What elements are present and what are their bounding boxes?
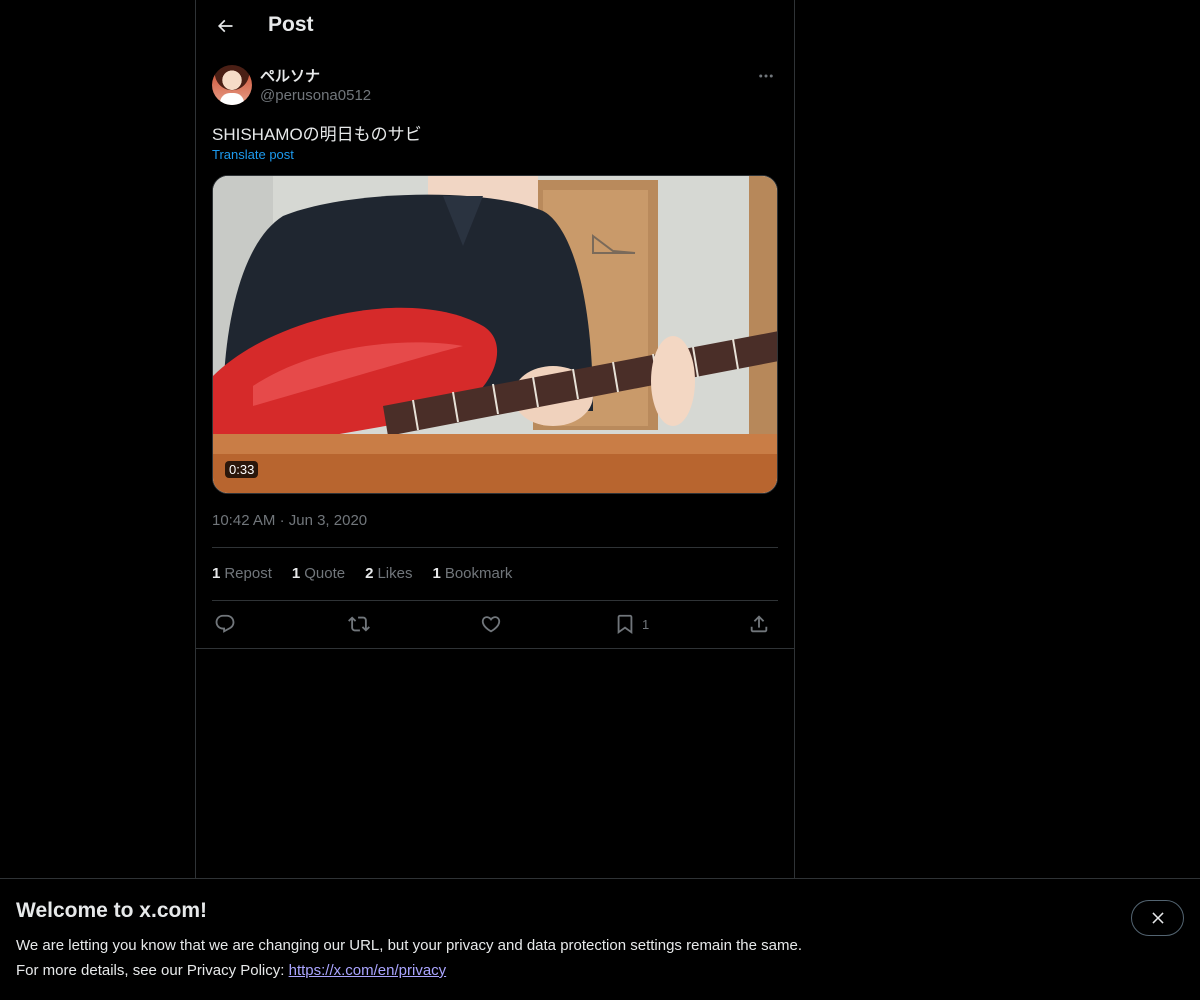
- divider: [196, 648, 794, 649]
- post-author: ペルソナ @perusona0512: [212, 64, 778, 108]
- post-time-link[interactable]: 10:42 AM · Jun 3, 2020: [212, 512, 367, 529]
- page-title: Post: [268, 13, 314, 36]
- bookmark-button[interactable]: 1: [614, 610, 649, 638]
- bookmarks-count: 1: [432, 565, 441, 582]
- video-thumbnail: [213, 176, 777, 493]
- reposts-label: Repost: [224, 565, 272, 582]
- repost-icon: [348, 616, 370, 632]
- post-timestamp: 10:42 AM · Jun 3, 2020: [212, 512, 367, 529]
- back-button[interactable]: [208, 9, 242, 43]
- more-dots-icon: [759, 74, 773, 78]
- banner-privacy-prefix: For more details, see our Privacy Policy…: [16, 962, 285, 979]
- video-player[interactable]: 0:33: [212, 175, 778, 494]
- close-banner-button[interactable]: [1131, 900, 1184, 936]
- arrow-left-icon: [217, 19, 233, 33]
- avatar[interactable]: [212, 65, 252, 105]
- likes-count: 2: [365, 565, 374, 582]
- divider: [212, 600, 778, 601]
- likes-stat[interactable]: 2 Likes: [365, 565, 412, 582]
- banner-title: Welcome to x.com!: [16, 899, 207, 922]
- share-icon: [750, 615, 768, 633]
- post-text: SHISHAMOの明日ものサビ: [212, 125, 422, 144]
- video-duration: 0:33: [225, 461, 259, 478]
- quotes-count: 1: [291, 565, 301, 582]
- author-handle[interactable]: @perusona0512: [260, 87, 371, 104]
- author-display-name[interactable]: ペルソナ: [260, 65, 320, 86]
- quotes-label: Quote: [304, 565, 346, 582]
- share-button[interactable]: [748, 610, 770, 638]
- banner-privacy-line: For more details, see our Privacy Policy…: [16, 962, 446, 979]
- quotes-stat[interactable]: 1 Quote: [292, 565, 345, 582]
- bookmark-count: 1: [642, 616, 650, 632]
- reposts-stat[interactable]: 1 Repost: [212, 565, 272, 582]
- banner-message: We are letting you know that we are chan…: [16, 937, 802, 954]
- reply-button[interactable]: [214, 610, 236, 638]
- translate-post-link[interactable]: Translate post: [212, 147, 294, 162]
- divider: [212, 547, 778, 548]
- main-column: Post ペルソナ @perusona0512 SHISHAMOの明日ものサビ …: [195, 0, 795, 878]
- post-actions: 1: [212, 610, 778, 638]
- bookmarks-label: Bookmark: [444, 565, 513, 582]
- welcome-banner: Welcome to x.com! We are letting you kno…: [0, 878, 1200, 1000]
- repost-button[interactable]: [348, 610, 370, 638]
- reposts-count: 1: [212, 565, 221, 582]
- more-options-button[interactable]: [754, 64, 778, 88]
- close-icon: [1151, 912, 1164, 924]
- post-stats: 1 Repost 1 Quote 2 Likes 1 Bookmark: [212, 565, 512, 582]
- heart-icon: [481, 616, 501, 633]
- likes-label: Likes: [377, 565, 413, 582]
- post-date: Jun 3, 2020: [288, 512, 368, 529]
- post-time: 10:42 AM: [212, 512, 276, 529]
- post-header: Post: [196, 0, 794, 53]
- bookmark-icon: [617, 614, 633, 635]
- like-button[interactable]: [480, 610, 502, 638]
- bookmarks-stat[interactable]: 1 Bookmark: [432, 565, 512, 582]
- privacy-policy-link[interactable]: https://x.com/en/privacy: [289, 962, 447, 979]
- timestamp-separator: ·: [279, 512, 285, 529]
- reply-icon: [215, 614, 235, 633]
